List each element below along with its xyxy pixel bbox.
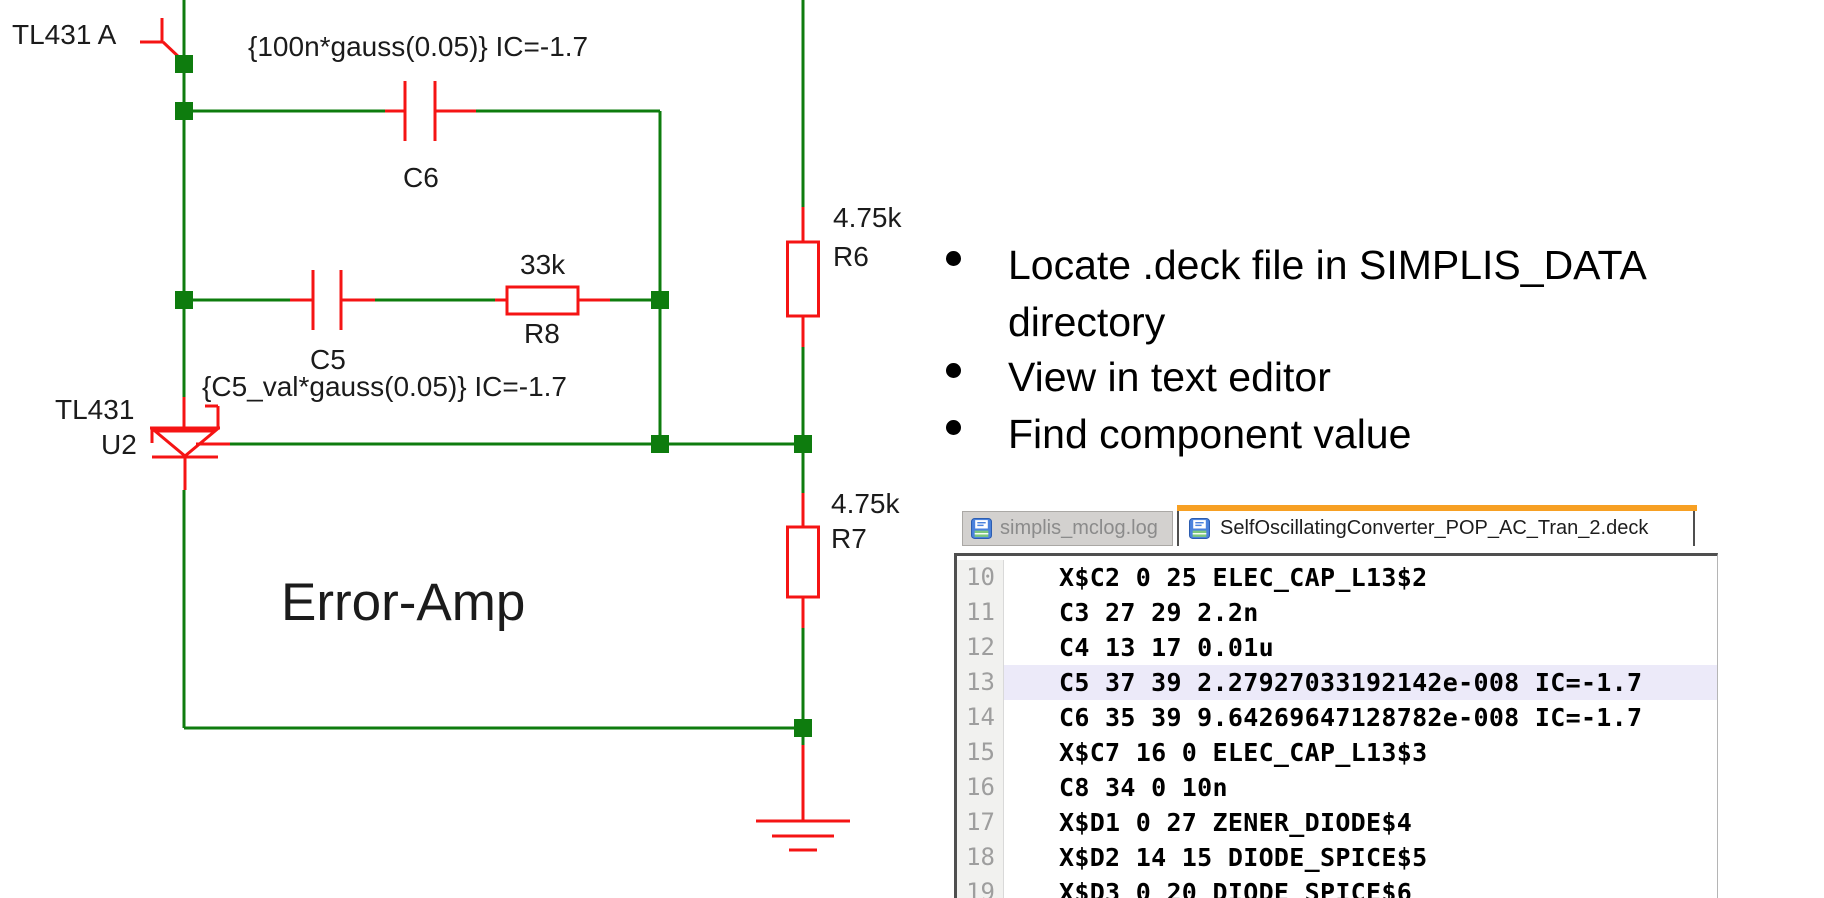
tl431-u2-symbol (150, 397, 230, 490)
line-number: 15 (957, 735, 1004, 770)
code-line-row[interactable]: 18X$D2 14 15 DIODE_SPICE$5 (957, 840, 1717, 875)
code-text[interactable]: X$C2 0 25 ELEC_CAP_L13$2 (1004, 560, 1717, 595)
bullet-dot (946, 363, 961, 378)
code-line-row[interactable]: 13C5 37 39 2.27927033192142e-008 IC=-1.7 (957, 665, 1717, 700)
resistor-r7 (788, 493, 819, 628)
tl431a-pin-label: TL431 A (12, 20, 116, 51)
code-text[interactable]: X$C7 16 0 ELEC_CAP_L13$3 (1004, 735, 1717, 770)
code-text[interactable]: C6 35 39 9.64269647128782e-008 IC=-1.7 (1004, 700, 1717, 735)
tl431a-pin-icon (140, 18, 182, 60)
code-text[interactable]: C5 37 39 2.27927033192142e-008 IC=-1.7 (1004, 665, 1717, 700)
code-line-row[interactable]: 14C6 35 39 9.64269647128782e-008 IC=-1.7 (957, 700, 1717, 735)
c6-value-label: {100n*gauss(0.05)} IC=-1.7 (248, 32, 588, 63)
bullet-dot (946, 420, 961, 435)
error-amp-title: Error-Amp (281, 574, 525, 632)
active-tab-accent-bar (1177, 505, 1697, 511)
line-number: 12 (957, 630, 1004, 665)
tab-simplis-mclog[interactable]: simplis_mclog.log (962, 511, 1173, 546)
code-line-row[interactable]: 15X$C7 16 0 ELEC_CAP_L13$3 (957, 735, 1717, 770)
code-line-row[interactable]: 16C8 34 0 10n (957, 770, 1717, 805)
line-number: 19 (957, 875, 1004, 898)
r8-value-label: 33k (520, 250, 565, 281)
deck-file-editor[interactable]: 10X$C2 0 25 ELEC_CAP_L13$211C3 27 29 2.2… (954, 553, 1718, 898)
tab-deck-file[interactable]: SelfOscillatingConverter_POP_AC_Tran_2.d… (1177, 505, 1695, 546)
line-number: 13 (957, 665, 1004, 700)
tab-label: simplis_mclog.log (1000, 517, 1158, 540)
resistor-r8 (495, 287, 610, 314)
line-number: 14 (957, 700, 1004, 735)
c6-name-label: C6 (403, 163, 439, 194)
line-number: 18 (957, 840, 1004, 875)
code-line-row[interactable]: 12C4 13 17 0.01u (957, 630, 1717, 665)
code-text[interactable]: X$D3 0 20 DIODE_SPICE$6 (1004, 875, 1717, 898)
r6-value-label: 4.75k (833, 203, 902, 234)
r7-name-label: R7 (831, 524, 867, 555)
code-line-row[interactable]: 10X$C2 0 25 ELEC_CAP_L13$2 (957, 560, 1717, 595)
capacitor-c6 (385, 81, 476, 141)
line-number: 10 (957, 560, 1004, 595)
bullet-dot (946, 251, 961, 266)
floppy-disk-icon (971, 518, 992, 539)
slide-canvas: TL431 A {100n*gauss(0.05)} IC=-1.7 C6 4.… (0, 0, 1824, 898)
bullet-item: Find component value (1008, 406, 1808, 463)
r7-value-label: 4.75k (831, 489, 900, 520)
code-text[interactable]: C3 27 29 2.2n (1004, 595, 1717, 630)
code-rows: 10X$C2 0 25 ELEC_CAP_L13$211C3 27 29 2.2… (957, 556, 1717, 898)
code-text[interactable]: X$D1 0 27 ZENER_DIODE$4 (1004, 805, 1717, 840)
bullet-item: View in text editor (1008, 349, 1808, 406)
floppy-disk-icon (1189, 518, 1210, 539)
line-number: 11 (957, 595, 1004, 630)
tab-label: SelfOscillatingConverter_POP_AC_Tran_2.d… (1220, 517, 1648, 540)
u2-name-label: U2 (101, 430, 137, 461)
capacitor-c5 (290, 270, 375, 330)
code-text[interactable]: C8 34 0 10n (1004, 770, 1717, 805)
r8-name-label: R8 (524, 319, 560, 350)
r6-name-label: R6 (833, 242, 869, 273)
ground-icon (756, 745, 850, 850)
code-text[interactable]: C4 13 17 0.01u (1004, 630, 1717, 665)
code-line-row[interactable]: 19X$D3 0 20 DIODE_SPICE$6 (957, 875, 1717, 898)
line-number: 17 (957, 805, 1004, 840)
c5-value-label: {C5_val*gauss(0.05)} IC=-1.7 (202, 372, 567, 403)
line-number: 16 (957, 770, 1004, 805)
code-line-row[interactable]: 17X$D1 0 27 ZENER_DIODE$4 (957, 805, 1717, 840)
bullet-item: Locate .deck file in SIMPLIS_DATA direct… (1008, 237, 1808, 351)
code-text[interactable]: X$D2 14 15 DIODE_SPICE$5 (1004, 840, 1717, 875)
tl431-name-label: TL431 (55, 395, 134, 426)
resistor-r6 (788, 207, 819, 347)
code-line-row[interactable]: 11C3 27 29 2.2n (957, 595, 1717, 630)
